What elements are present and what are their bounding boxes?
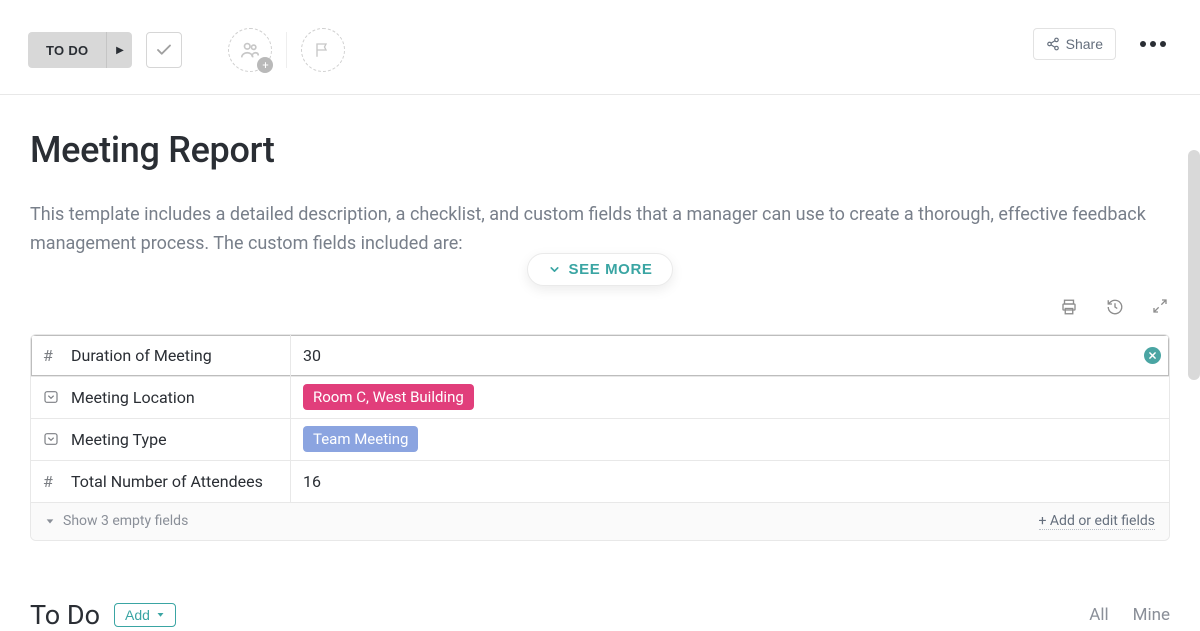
number-icon: # <box>43 472 61 491</box>
printer-icon <box>1060 298 1078 316</box>
plus-icon: + <box>257 57 273 73</box>
dropdown-icon <box>43 431 61 447</box>
show-empty-label: Show 3 empty fields <box>63 513 188 529</box>
dropdown-icon <box>43 389 61 405</box>
more-menu-button[interactable] <box>1134 35 1172 53</box>
field-value[interactable] <box>291 335 1169 376</box>
add-edit-fields-link[interactable]: + Add or edit fields <box>1039 513 1156 530</box>
action-icons <box>30 298 1168 320</box>
status-button[interactable]: TO DO <box>28 32 106 68</box>
flag-icon <box>314 41 332 59</box>
custom-fields-table: # Duration of Meeting Meeting Location R… <box>30 334 1170 541</box>
field-row-duration[interactable]: # Duration of Meeting <box>31 335 1169 377</box>
todo-filters: All Mine <box>1089 605 1170 625</box>
clear-button[interactable] <box>1144 347 1161 364</box>
add-task-button[interactable]: Add <box>114 603 176 627</box>
caret-down-icon <box>45 516 55 526</box>
top-bar-left: TO DO ▶ + <box>28 28 345 72</box>
page-description: This template includes a detailed descri… <box>30 201 1150 259</box>
expand-icon <box>1152 298 1168 314</box>
assignees-button[interactable]: + <box>228 28 272 72</box>
todo-heading: To Do <box>30 599 100 631</box>
play-icon: ▶ <box>116 45 124 56</box>
share-icon <box>1046 37 1060 51</box>
field-row-attendees[interactable]: # Total Number of Attendees 16 <box>31 461 1169 503</box>
field-value[interactable]: Team Meeting <box>291 419 1169 460</box>
dot-icon <box>1140 41 1146 47</box>
field-value[interactable]: Room C, West Building <box>291 377 1169 418</box>
chevron-down-icon <box>548 263 561 276</box>
expand-button[interactable] <box>1152 298 1168 320</box>
field-name: Duration of Meeting <box>71 346 212 365</box>
location-tag[interactable]: Room C, West Building <box>303 384 474 410</box>
page-title[interactable]: Meeting Report <box>30 129 1170 171</box>
fields-footer: Show 3 empty fields + Add or edit fields <box>31 503 1169 540</box>
dot-icon <box>1160 41 1166 47</box>
complete-button[interactable] <box>146 32 182 68</box>
share-label: Share <box>1066 36 1103 52</box>
priority-button[interactable] <box>301 28 345 72</box>
filter-all[interactable]: All <box>1089 605 1108 625</box>
status-next-button[interactable]: ▶ <box>106 32 132 68</box>
number-icon: # <box>43 346 61 365</box>
field-row-location[interactable]: Meeting Location Room C, West Building <box>31 377 1169 419</box>
duration-input[interactable] <box>303 346 1157 365</box>
top-bar: TO DO ▶ + Share <box>0 0 1200 95</box>
status-group: TO DO ▶ <box>28 32 132 68</box>
field-value[interactable]: 16 <box>291 461 1169 502</box>
add-label: Add <box>125 607 150 623</box>
caret-down-icon <box>156 610 165 619</box>
check-icon <box>155 41 173 59</box>
dot-icon <box>1150 41 1156 47</box>
field-name: Meeting Location <box>71 388 195 407</box>
field-label: # Total Number of Attendees <box>31 461 291 502</box>
x-icon <box>1148 351 1157 360</box>
see-more-button[interactable]: SEE MORE <box>527 253 674 286</box>
share-button[interactable]: Share <box>1033 28 1116 60</box>
see-more-label: SEE MORE <box>569 261 653 278</box>
field-label: Meeting Location <box>31 377 291 418</box>
top-bar-right: Share <box>1033 28 1172 60</box>
filter-mine[interactable]: Mine <box>1133 605 1170 625</box>
print-button[interactable] <box>1060 298 1078 320</box>
history-icon <box>1106 298 1124 316</box>
divider <box>286 32 287 68</box>
meeting-type-tag[interactable]: Team Meeting <box>303 426 418 452</box>
todo-section: To Do Add All Mine <box>30 599 1170 631</box>
field-name: Meeting Type <box>71 430 167 449</box>
field-row-meeting-type[interactable]: Meeting Type Team Meeting <box>31 419 1169 461</box>
scrollbar-thumb[interactable] <box>1188 150 1200 380</box>
history-button[interactable] <box>1106 298 1124 320</box>
show-empty-fields-button[interactable]: Show 3 empty fields <box>45 513 188 529</box>
field-label: # Duration of Meeting <box>31 335 291 376</box>
field-label: Meeting Type <box>31 419 291 460</box>
people-icon <box>239 39 261 61</box>
attendees-value: 16 <box>303 472 321 491</box>
content-area: Meeting Report This template includes a … <box>0 95 1200 631</box>
field-name: Total Number of Attendees <box>71 472 263 491</box>
